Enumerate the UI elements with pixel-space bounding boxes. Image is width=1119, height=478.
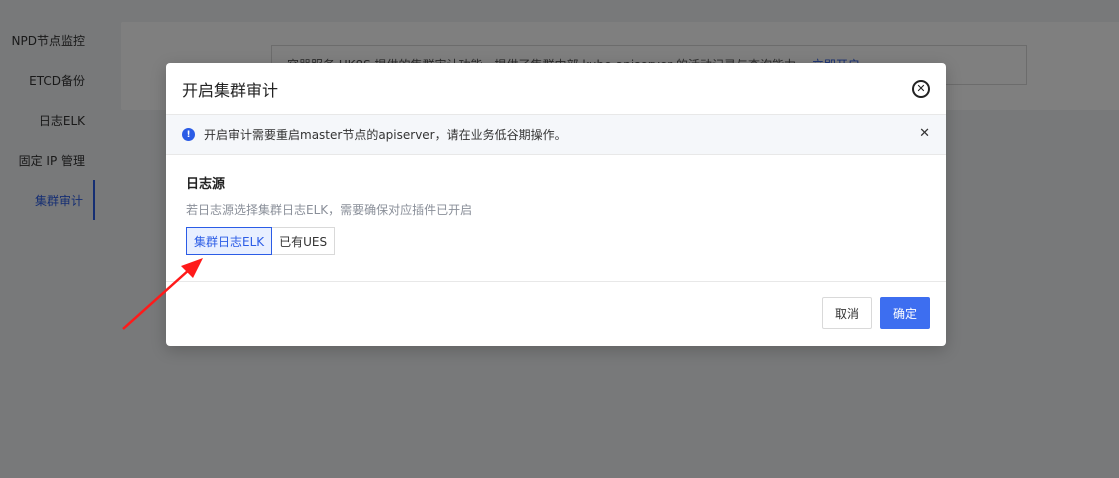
log-source-selector: 集群日志ELK 已有UES	[186, 227, 926, 255]
option-existing-ues[interactable]: 已有UES	[272, 227, 336, 255]
dialog-footer: 取消 确定	[166, 282, 946, 344]
dialog-title: 开启集群审计	[182, 80, 279, 100]
dialog-body: 日志源 若日志源选择集群日志ELK，需要确保对应插件已开启 集群日志ELK 已有…	[166, 155, 946, 282]
option-cluster-elk[interactable]: 集群日志ELK	[186, 227, 273, 255]
annotation-arrow-icon	[122, 258, 203, 330]
close-icon[interactable]: ✕	[919, 127, 930, 140]
log-source-label: 日志源	[186, 177, 226, 192]
enable-audit-dialog: 开启集群审计 ✕ ! 开启审计需要重启master节点的apiserver，请在…	[166, 63, 946, 346]
restart-warning-alert: ! 开启审计需要重启master节点的apiserver，请在业务低谷期操作。 …	[166, 115, 946, 155]
confirm-button[interactable]: 确定	[879, 297, 930, 329]
close-circle-icon[interactable]: ✕	[912, 79, 930, 98]
log-source-hint: 若日志源选择集群日志ELK，需要确保对应插件已开启	[186, 203, 473, 217]
arrow-shaft	[122, 268, 191, 330]
alert-text: 开启审计需要重启master节点的apiserver，请在业务低谷期操作。	[204, 128, 567, 142]
dialog-header: 开启集群审计 ✕	[166, 63, 946, 115]
info-icon: !	[182, 128, 195, 141]
cancel-button[interactable]: 取消	[821, 297, 872, 329]
